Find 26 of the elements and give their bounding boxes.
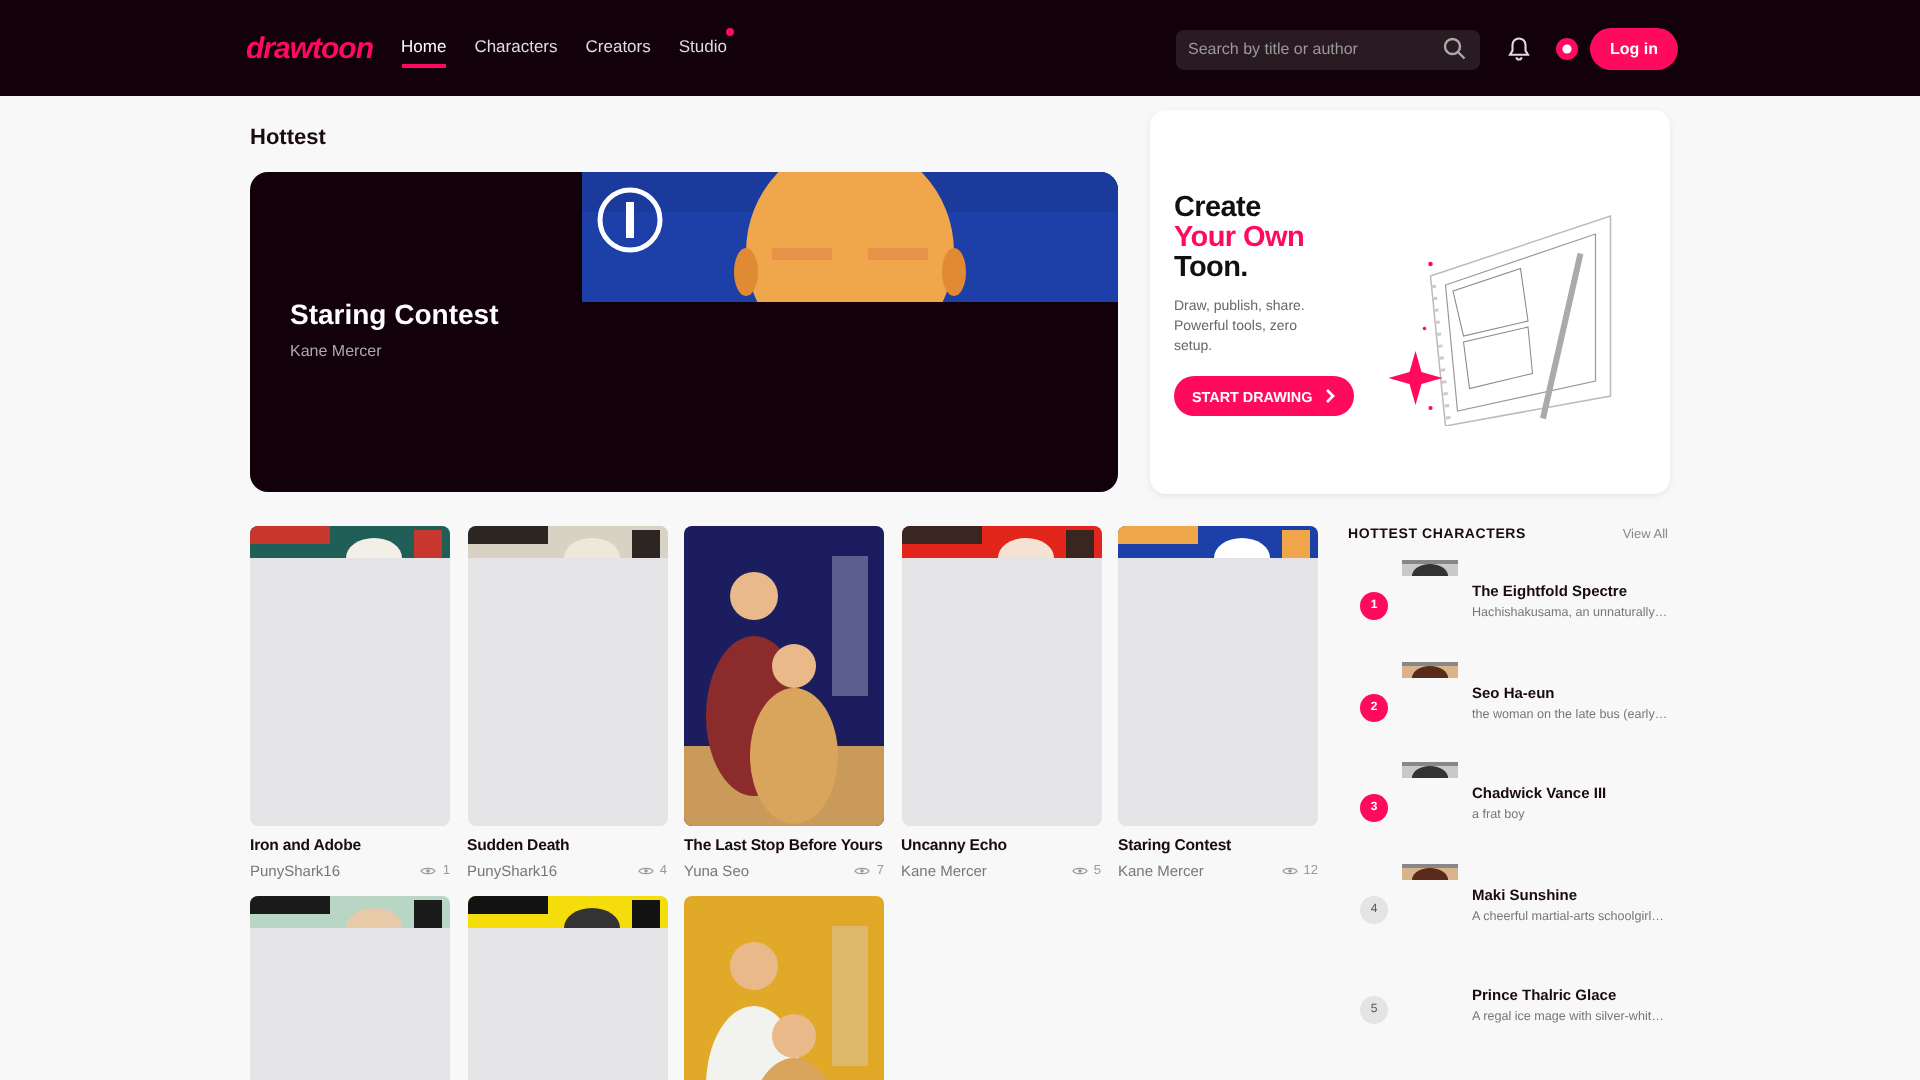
eye-icon — [854, 866, 871, 876]
cover-placeholder[interactable] — [901, 526, 1101, 826]
promo-heading: Toon. — [1174, 254, 1250, 284]
chevron-icon — [1324, 388, 1337, 404]
promo-heading: Create — [1174, 194, 1263, 224]
search-field[interactable]: Search by title or author — [1176, 29, 1480, 69]
record-icon[interactable] — [1556, 37, 1578, 59]
nav-tab[interactable]: Studio — [678, 28, 727, 68]
section-title: Hottest — [250, 126, 328, 150]
promo-heading: Your Own — [1174, 224, 1306, 254]
featured-card[interactable]: Staring Contest Kane Mercer — [250, 172, 1118, 492]
logo[interactable]: drawtoon — [246, 31, 373, 65]
login-button[interactable]: Log in — [1590, 27, 1678, 69]
nav-tab[interactable]: Creators — [585, 28, 651, 68]
eye-icon — [420, 866, 437, 876]
featured-author: Kane Mercer — [290, 342, 384, 360]
eye-icon — [1071, 866, 1088, 876]
search-icon[interactable] — [1442, 36, 1466, 60]
nav-tab[interactable]: Home — [401, 28, 447, 68]
bell-icon[interactable] — [1506, 35, 1532, 61]
eye-icon — [1281, 866, 1298, 876]
cover-placeholder[interactable] — [1118, 526, 1318, 826]
nav-tab[interactable]: Characters — [474, 28, 558, 68]
featured-title: Staring Contest — [290, 298, 499, 330]
eye-icon — [637, 866, 654, 876]
cover-placeholder[interactable] — [467, 526, 667, 826]
